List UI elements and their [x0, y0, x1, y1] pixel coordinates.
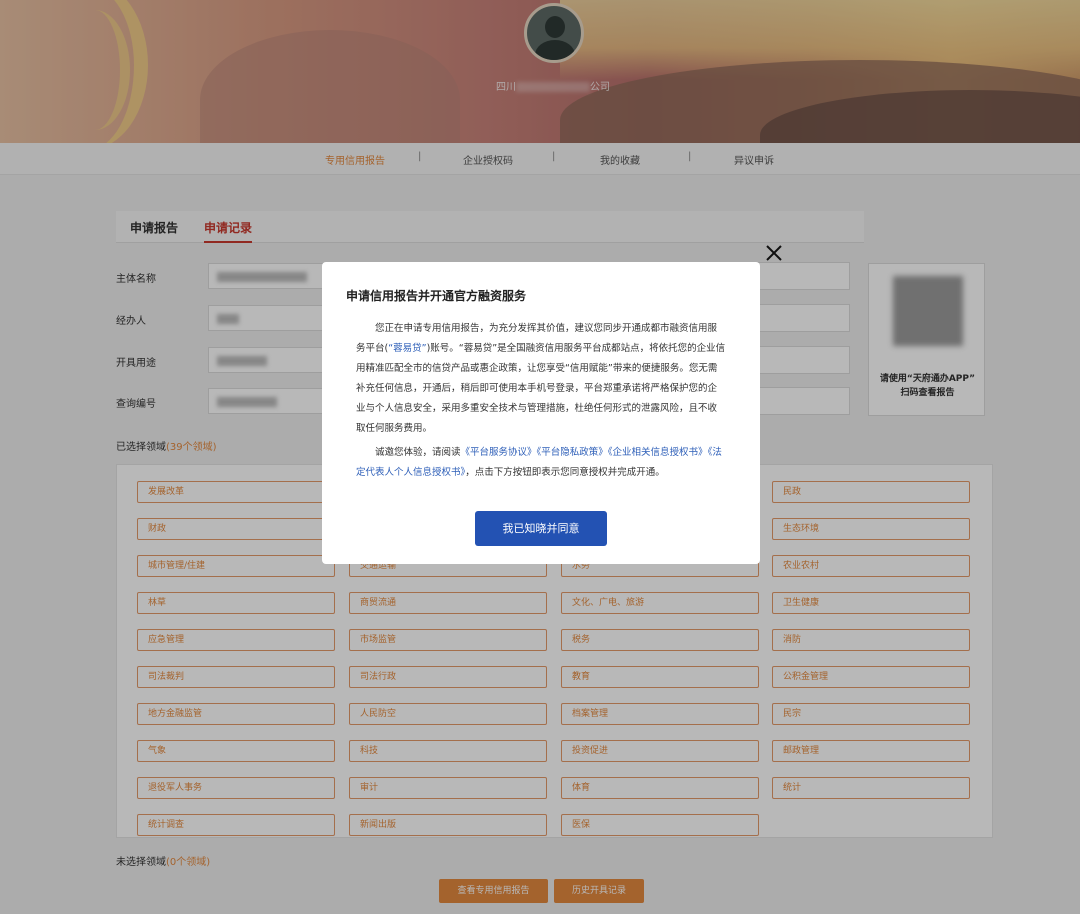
enterprise-auth-link[interactable]: 《企业相关信息授权书》: [608, 447, 708, 458]
modal-paragraph-1: 您正在申请专用信用报告，为充分发挥其价值，建议您同步开通成都市融资信用服务平台(…: [356, 319, 726, 439]
modal-p2-text-b: ，点击下方按钮即表示您同意授权并完成开通。: [465, 467, 665, 478]
privacy-policy-link[interactable]: 《平台隐私政策》: [537, 447, 608, 458]
rongyidai-link[interactable]: “蓉易贷”: [388, 343, 426, 354]
modal-body: 您正在申请专用信用报告，为充分发挥其价值，建议您同步开通成都市融资信用服务平台(…: [356, 319, 726, 487]
modal-paragraph-2: 诚邀您体验，请阅读《平台服务协议》《平台隐私政策》《企业相关信息授权书》《法定代…: [356, 443, 726, 483]
modal-p1-text-b: )账号。“蓉易贷”是全国融资信用服务平台成都站点，将依托您的企业信用精准匹配全市…: [356, 343, 726, 434]
agree-button[interactable]: 我已知晓并同意: [475, 511, 607, 546]
consent-modal: 申请信用报告并开通官方融资服务 您正在申请专用信用报告，为充分发挥其价值，建议您…: [322, 262, 760, 564]
modal-title: 申请信用报告并开通官方融资服务: [346, 289, 527, 303]
close-icon[interactable]: [764, 243, 784, 263]
modal-p2-text-a: 诚邀您体验，请阅读: [375, 447, 461, 458]
service-agreement-link[interactable]: 《平台服务协议》: [461, 447, 537, 458]
